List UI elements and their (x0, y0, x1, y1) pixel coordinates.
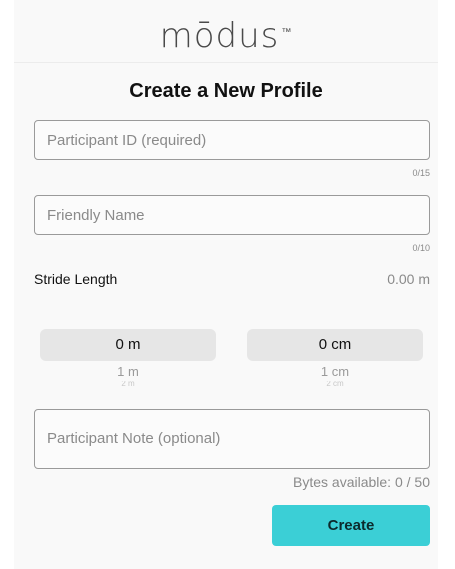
meters-picker-selected: 0 m (115, 336, 141, 353)
centimeters-picker-selected: 0 cm (318, 336, 352, 353)
participant-id-placeholder: Participant ID (required) (47, 132, 207, 149)
meters-picker-next-option[interactable]: 1 m (40, 364, 216, 379)
friendly-name-counter: 0/10 (412, 243, 430, 253)
app-logo: mōdus ™ (14, 16, 438, 56)
stride-length-value: 0.00 m (387, 271, 430, 287)
meters-picker[interactable]: 0 m (40, 329, 216, 361)
header-bar: mōdus ™ (14, 0, 438, 63)
meters-picker-faded-option: 2 m (121, 381, 135, 388)
centimeters-picker[interactable]: 0 cm (247, 329, 423, 361)
logo-text: mōdus (159, 16, 280, 56)
create-button[interactable]: Create (272, 505, 430, 546)
page-title: Create a New Profile (129, 80, 323, 102)
friendly-name-placeholder: Friendly Name (47, 207, 145, 224)
participant-note-input[interactable]: Participant Note (optional) (34, 409, 430, 469)
trademark-mark: ™ (281, 26, 293, 38)
friendly-name-input[interactable]: Friendly Name (34, 195, 430, 235)
centimeters-picker-faded-option: 2 cm (326, 381, 344, 388)
bytes-available-counter: Bytes available: 0 / 50 (293, 474, 430, 490)
participant-note-placeholder: Participant Note (optional) (47, 430, 221, 447)
stride-length-label: Stride Length (34, 271, 118, 287)
participant-id-input[interactable]: Participant ID (required) (34, 120, 430, 160)
profile-screen: mōdus ™ Create a New Profile Participant … (14, 0, 438, 569)
centimeters-picker-next-option[interactable]: 1 cm (247, 364, 423, 379)
participant-id-counter: 0/15 (412, 168, 430, 178)
